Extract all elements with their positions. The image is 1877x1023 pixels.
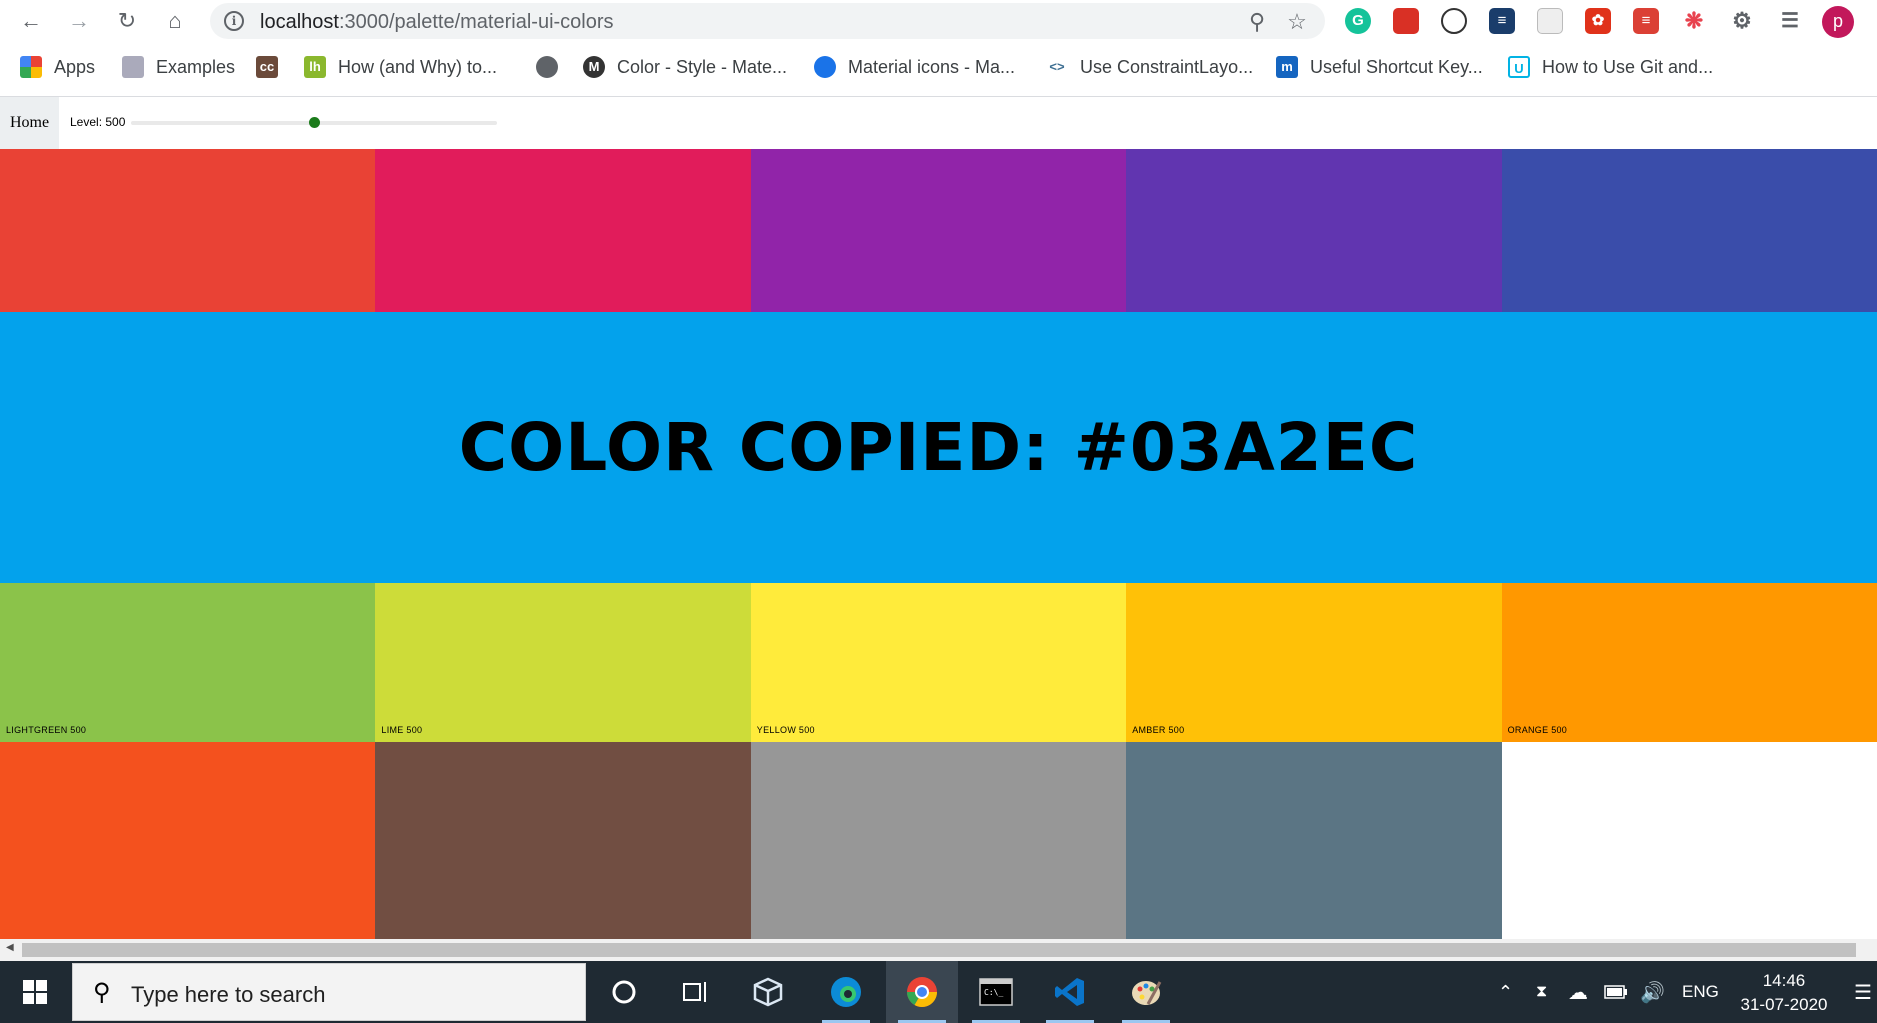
puzzle-extensions-icon[interactable]: ⚙	[1729, 8, 1755, 34]
taskbar-search-box[interactable]: ⚲ Type here to search	[72, 963, 586, 1021]
url-text: localhost:3000/palette/material-ui-color…	[260, 11, 614, 34]
volume-icon[interactable]: 🔊	[1640, 961, 1665, 1023]
bookmark-label: Examples	[156, 56, 236, 77]
svg-text:C:\_: C:\_	[984, 988, 1003, 997]
color-box[interactable]	[1126, 741, 1502, 939]
language-indicator[interactable]: ENG	[1682, 961, 1719, 1023]
forward-arrow-icon[interactable]: →	[62, 4, 96, 38]
home-link[interactable]: Home	[0, 97, 59, 149]
cortana-icon[interactable]	[588, 961, 660, 1023]
bookmark-git[interactable]: U How to Use Git and...	[1508, 56, 1713, 78]
list-extension-icon[interactable]: ≡	[1489, 8, 1515, 34]
site-info-icon[interactable]: i	[224, 11, 244, 31]
todoist-extension-icon[interactable]: ≡	[1633, 8, 1659, 34]
level-slider-handle[interactable]	[309, 117, 320, 128]
show-hidden-icons-icon[interactable]: ⌃	[1498, 961, 1513, 1023]
color-box[interactable]	[750, 741, 1127, 939]
bookmark-star-icon[interactable]: ☆	[1284, 9, 1310, 35]
back-arrow-icon[interactable]: ←	[14, 4, 48, 38]
code-icon: <>	[1046, 56, 1068, 78]
profile-avatar[interactable]: p	[1822, 6, 1854, 38]
copy-message: COLOR COPIED: #03A2EC	[458, 409, 1419, 486]
color-name: YELLOW 500	[756, 724, 815, 735]
material-icons-icon	[814, 56, 836, 78]
swirl-extension-icon[interactable]: ❋	[1681, 8, 1707, 34]
edge-browser-icon[interactable]	[810, 961, 882, 1023]
clock-time: 14:46	[1762, 971, 1806, 990]
copy-overlay: COLOR COPIED: #03A2EC	[0, 312, 1877, 583]
bookmark-label: How to Use Git and...	[1542, 56, 1714, 77]
reading-list-icon[interactable]: ☰	[1777, 8, 1803, 34]
paint-palette-icon[interactable]	[1110, 961, 1182, 1023]
terminal-icon[interactable]: C:\_	[960, 961, 1032, 1023]
task-view-icon[interactable]	[660, 961, 732, 1023]
globe-icon	[536, 56, 558, 78]
address-bar[interactable]: i localhost:3000/palette/material-ui-col…	[210, 3, 1325, 39]
horizontal-scrollbar[interactable]: ◀	[0, 939, 1877, 961]
3d-box-app-icon[interactable]	[732, 961, 804, 1023]
color-box[interactable]	[375, 741, 751, 939]
color-name: AMBER 500	[1132, 724, 1185, 735]
bookmark-useful-shortcut[interactable]: m Useful Shortcut Key...	[1276, 56, 1483, 78]
color-box[interactable]	[1501, 741, 1877, 939]
vscode-icon[interactable]	[1034, 961, 1106, 1023]
bookmark-globe[interactable]	[536, 56, 570, 78]
blank-extension-icon[interactable]	[1537, 8, 1563, 34]
onedrive-cloud-icon[interactable]: ☁	[1568, 961, 1588, 1023]
bookmark-label: Material icons - Ma...	[848, 56, 1016, 77]
apps-grid-icon	[20, 56, 42, 78]
m-icon: m	[1276, 56, 1298, 78]
paw-extension-icon[interactable]: ✿	[1585, 8, 1611, 34]
bookmark-label: How (and Why) to...	[338, 56, 498, 77]
zoom-icon[interactable]: ⚲	[1244, 9, 1270, 35]
color-name: ORANGE 500	[1507, 724, 1568, 735]
windows-start-icon[interactable]	[0, 961, 70, 1023]
grammarly-extension-icon[interactable]: G	[1345, 8, 1371, 34]
timer-extension-icon[interactable]	[1441, 8, 1467, 34]
cc-icon: cc	[256, 56, 278, 78]
search-placeholder: Type here to search	[131, 982, 326, 1007]
bookmark-color-style[interactable]: M Color - Style - Mate...	[583, 56, 787, 78]
examples-icon	[122, 56, 144, 78]
reload-icon[interactable]: ↻	[110, 4, 144, 38]
bookmark-apps[interactable]: Apps	[20, 56, 95, 78]
clock-date: 31-07-2020	[1740, 995, 1828, 1014]
url-path: :3000/palette/material-ui-colors	[338, 11, 614, 33]
red-book-extension-icon[interactable]	[1393, 8, 1419, 34]
udacity-icon: U	[1508, 56, 1530, 78]
bookmark-material-icons[interactable]: Material icons - Ma...	[814, 56, 1015, 78]
url-host: localhost	[260, 11, 339, 33]
bookmarks-bar: Apps Examples cc lh How (and Why) to... M…	[0, 48, 1877, 88]
bookmark-label: Use ConstraintLayo...	[1080, 56, 1254, 77]
color-name: LIGHTGREEN 500	[6, 724, 87, 735]
bookmark-label: Apps	[54, 56, 96, 77]
battery-icon[interactable]	[1604, 961, 1628, 1023]
taskbar-clock[interactable]: 14:46 31-07-2020	[1724, 969, 1844, 1017]
color-name: LIME 500	[381, 724, 423, 735]
bookmark-label: Color - Style - Mate...	[617, 56, 788, 77]
scrollbar-thumb[interactable]	[22, 943, 1856, 957]
bookmark-cc[interactable]: cc	[256, 56, 290, 78]
chrome-browser-icon[interactable]	[886, 961, 958, 1023]
color-box[interactable]	[0, 741, 376, 939]
windows-taskbar: ⚲ Type here to search C:\_ ⌃ ⧗ ☁ 🔊 ENG 1…	[0, 961, 1877, 1023]
browser-toolbar: ← → ↻ ⌂ i localhost:3000/palette/materia…	[0, 0, 1877, 42]
notifications-icon[interactable]: ☰	[1854, 961, 1872, 1023]
level-label: Level: 500	[70, 115, 126, 129]
scroll-left-icon[interactable]: ◀	[6, 942, 14, 953]
bookmark-how-and-why[interactable]: lh How (and Why) to...	[304, 56, 497, 78]
wifi-icon[interactable]: ⧗	[1536, 961, 1547, 1023]
home-icon[interactable]: ⌂	[158, 4, 192, 38]
bookmark-label: Useful Shortcut Key...	[1310, 56, 1483, 77]
search-icon: ⚲	[93, 979, 111, 1006]
material-icon: M	[583, 56, 605, 78]
palette-navbar: Home Level: 500	[0, 97, 1877, 149]
bookmark-constraintlayout[interactable]: <> Use ConstraintLayo...	[1046, 56, 1253, 78]
lh-icon: lh	[304, 56, 326, 78]
bookmark-examples[interactable]: Examples	[122, 56, 235, 78]
